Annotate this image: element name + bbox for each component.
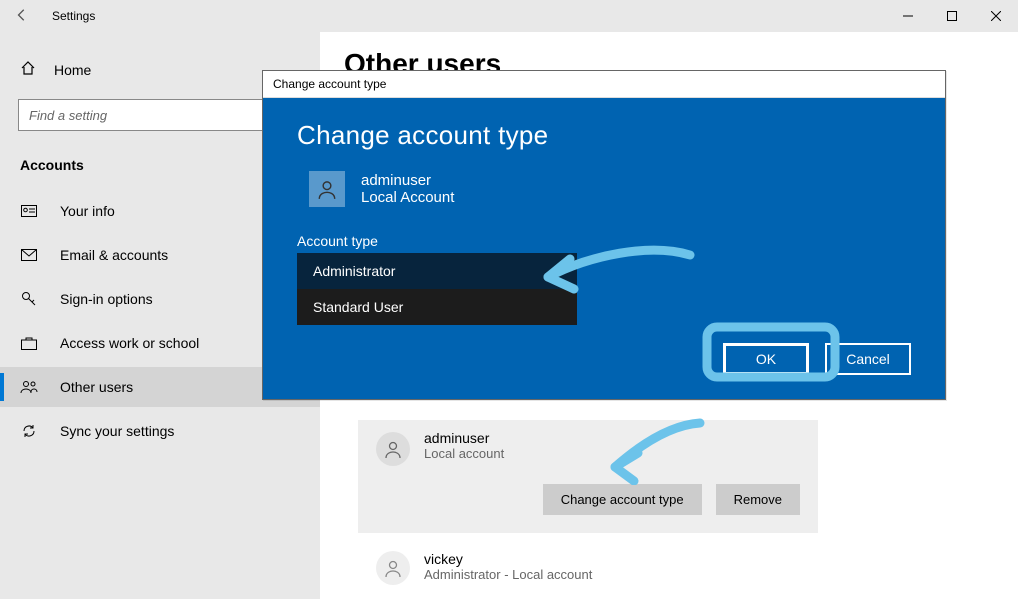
home-icon: [20, 60, 36, 79]
sidebar-item-sync[interactable]: Sync your settings: [0, 411, 320, 451]
sidebar-item-label: Other users: [60, 379, 133, 395]
minimize-button[interactable]: [886, 0, 930, 32]
close-button[interactable]: [974, 0, 1018, 32]
search-input[interactable]: [18, 99, 302, 131]
sidebar-item-label: Sign-in options: [60, 291, 153, 307]
sidebar-item-label: Sync your settings: [60, 423, 174, 439]
change-account-type-button[interactable]: Change account type: [543, 484, 702, 515]
sidebar-home-label: Home: [54, 62, 91, 78]
user-name: adminuser: [424, 430, 504, 446]
titlebar: Settings: [0, 0, 1018, 32]
dropdown-option-administrator[interactable]: Administrator: [297, 253, 577, 289]
mail-icon: [20, 249, 38, 261]
sidebar-item-label: Email & accounts: [60, 247, 168, 263]
dialog-user-type: Local Account: [361, 189, 454, 206]
dialog-account-block: adminuser Local Account: [309, 171, 911, 207]
briefcase-icon: [20, 336, 38, 350]
dialog-title: Change account type: [263, 71, 945, 98]
avatar-icon: [376, 432, 410, 466]
user-card-adminuser[interactable]: adminuser Local account Change account t…: [358, 420, 818, 533]
user-type: Local account: [424, 446, 504, 461]
window-title: Settings: [52, 9, 95, 23]
remove-user-button[interactable]: Remove: [716, 484, 800, 515]
dialog-heading: Change account type: [297, 120, 911, 151]
account-type-dropdown[interactable]: Administrator Standard User: [297, 253, 577, 325]
person-card-icon: [20, 205, 38, 217]
change-account-type-dialog: Change account type Change account type …: [262, 70, 946, 400]
search-container: [18, 99, 302, 131]
user-type: Administrator - Local account: [424, 567, 592, 582]
cancel-button[interactable]: Cancel: [825, 343, 911, 375]
user-name: vickey: [424, 551, 592, 567]
sidebar-item-label: Access work or school: [60, 335, 199, 351]
user-row-vickey[interactable]: vickey Administrator - Local account: [376, 551, 994, 585]
maximize-button[interactable]: [930, 0, 974, 32]
sync-icon: [20, 423, 38, 439]
back-button[interactable]: [0, 8, 44, 25]
dropdown-option-standard-user[interactable]: Standard User: [297, 289, 577, 325]
avatar-icon: [309, 171, 345, 207]
sidebar-item-label: Your info: [60, 203, 115, 219]
key-icon: [20, 291, 38, 307]
people-icon: [20, 380, 38, 394]
dialog-user-name: adminuser: [361, 172, 454, 189]
account-type-label: Account type: [297, 233, 911, 249]
ok-button[interactable]: OK: [723, 343, 809, 375]
avatar-icon: [376, 551, 410, 585]
